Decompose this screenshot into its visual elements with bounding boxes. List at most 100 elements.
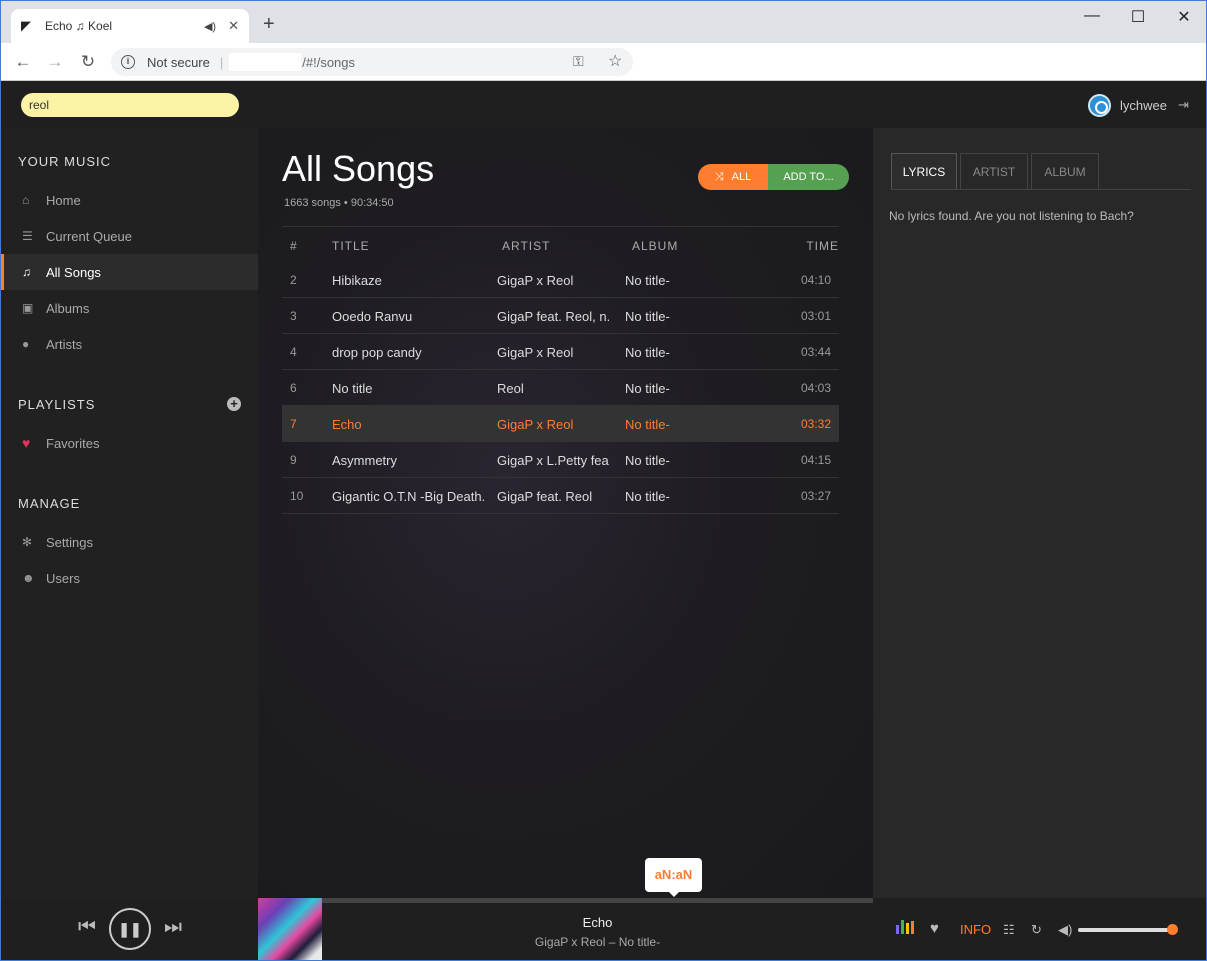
url-path: /#!/songs [302, 54, 356, 70]
song-time: 03:27 [800, 489, 831, 503]
song-time: 03:32 [800, 417, 831, 431]
table-row[interactable]: 2 Hibikaze GigaP x Reol No title- 04:10 [282, 262, 839, 298]
forward-icon[interactable]: → [45, 52, 65, 72]
column-header-artist[interactable]: ARTIST [502, 239, 550, 253]
sidebar-item-label: Favorites [46, 435, 100, 451]
page-title: All Songs [282, 148, 435, 189]
new-tab-button[interactable]: + [263, 14, 275, 34]
search-input[interactable] [21, 93, 239, 117]
bookmark-star-icon[interactable]: ☆ [608, 51, 622, 71]
volume-icon[interactable]: ◀) [1058, 922, 1072, 938]
browser-tab[interactable]: ◤ Echo ♫ Koel ◀) ✕ [11, 9, 249, 43]
speaker-icon[interactable]: ◀) [204, 20, 216, 33]
username[interactable]: lychwee [1120, 98, 1167, 113]
table-row[interactable]: 7 Echo GigaP x Reol No title- 03:32 [282, 406, 839, 442]
url-host-mask [229, 53, 302, 71]
sidebar-item-label: Current Queue [46, 228, 132, 244]
song-artist: GigaP feat. Reol [497, 489, 593, 504]
song-time: 04:10 [800, 273, 831, 287]
sidebar-item-settings[interactable]: ✻ Settings [1, 524, 258, 560]
add-playlist-icon[interactable]: + [227, 397, 241, 411]
song-time: 03:44 [800, 345, 831, 359]
logout-icon[interactable]: ⇥ [1178, 97, 1189, 113]
tab-lyrics[interactable]: LYRICS [891, 153, 957, 190]
koel-logo-icon: ◤ [21, 18, 31, 33]
song-artist: GigaP feat. Reol, n... [497, 309, 609, 324]
equalizer-settings-icon[interactable]: ☷ [1003, 922, 1015, 938]
song-number: 2 [290, 273, 297, 287]
maximize-button[interactable]: ☐ [1128, 7, 1148, 27]
reload-icon[interactable]: ↻ [78, 52, 98, 72]
sidebar-item-label: Settings [46, 534, 93, 550]
album-icon: ▣ [22, 301, 34, 315]
list-icon: ☰ [22, 229, 33, 243]
tab-album[interactable]: ALBUM [1031, 153, 1099, 190]
song-title: drop pop candy [332, 345, 422, 360]
table-row[interactable]: 3 Ooedo Ranvu GigaP feat. Reol, n... No tit… [282, 298, 839, 334]
playlists-heading: PLAYLISTS [18, 397, 96, 412]
song-number: 6 [290, 381, 297, 395]
song-time: 04:15 [800, 453, 831, 467]
song-title: Ooedo Ranvu [332, 309, 413, 324]
song-list: 2 Hibikaze GigaP x Reol No title- 04:10 3 Ooed… [282, 262, 839, 514]
next-track-icon[interactable]: ⏭ [164, 916, 182, 939]
column-header-number[interactable]: # [290, 239, 298, 253]
sidebar-item-label: Users [46, 570, 80, 586]
sidebar-item-albums[interactable]: ▣ Albums [1, 290, 258, 326]
tab-artist[interactable]: ARTIST [960, 153, 1028, 190]
app-header: lychwee ⇥ [1, 81, 1206, 128]
main-content: All Songs 1663 songs • 90:34:50 ⤨ ALL ADD… [258, 128, 873, 898]
sidebar-item-all-songs[interactable]: ♫ All Songs [1, 254, 258, 290]
tab-title: Echo ♫ Koel [45, 19, 113, 33]
volume-knob[interactable] [1167, 924, 1178, 935]
equalizer-bars-icon[interactable] [896, 920, 916, 934]
song-album: No title- [625, 345, 670, 360]
sidebar-item-favorites[interactable]: ♥ Favorites [1, 425, 258, 461]
table-row[interactable]: 6 No title Reol No title- 04:03 [282, 370, 839, 406]
song-number: 4 [290, 345, 297, 359]
song-number: 9 [290, 453, 297, 467]
table-row[interactable]: 9 Asymmetry GigaP x L.Petty fea... No title… [282, 442, 839, 478]
now-playing-title: Echo [582, 915, 613, 930]
key-icon[interactable]: ⚿ [573, 53, 584, 70]
volume-slider[interactable] [1078, 928, 1172, 932]
table-row[interactable]: 10 Gigantic O.T.N -Big Death... GigaP feat… [282, 478, 839, 514]
song-album: No title- [625, 309, 670, 324]
home-icon: ⌂ [22, 193, 30, 207]
previous-track-icon[interactable]: ⏮ [78, 916, 96, 939]
album-cover[interactable] [258, 898, 322, 960]
sidebar-item-artists[interactable]: ● Artists [1, 326, 258, 362]
back-icon[interactable]: ← [13, 52, 33, 72]
add-to-button[interactable]: ADD TO... [768, 164, 849, 190]
close-window-button[interactable]: ✕ [1174, 7, 1194, 27]
sidebar-item-home[interactable]: ⌂ Home [1, 182, 258, 218]
your-music-heading: YOUR MUSIC [18, 154, 112, 169]
player-bar: ⏮ ❚❚ ⏭ Echo GigaP x Reol – No title- ♥ I… [1, 898, 1206, 960]
shuffle-all-button[interactable]: ⤨ ALL [698, 164, 768, 190]
song-number: 3 [290, 309, 297, 323]
repeat-icon[interactable]: ↻ [1031, 922, 1042, 938]
title-bar: ◤ Echo ♫ Koel ◀) ✕ + — ☐ ✕ [1, 1, 1206, 43]
pause-button[interactable]: ❚❚ [109, 908, 151, 950]
extra-panel: LYRICS ARTIST ALBUM No lyrics found. Are… [873, 128, 1206, 898]
column-header-album[interactable]: ALBUM [632, 239, 678, 253]
security-label: Not secure [147, 54, 210, 70]
url-field[interactable]: i Not secure | /#!/songs ⚿ ☆ [111, 48, 633, 76]
progress-bar[interactable] [258, 898, 873, 903]
song-number: 10 [290, 489, 304, 503]
songs-meta: 1663 songs • 90:34:50 [284, 197, 394, 209]
sidebar-item-queue[interactable]: ☰ Current Queue [1, 218, 258, 254]
tab-divider [891, 189, 1191, 190]
sidebar-item-users[interactable]: ☻ Users [1, 560, 258, 596]
tab-close-icon[interactable]: ✕ [228, 18, 239, 34]
info-toggle-button[interactable]: INFO [960, 922, 991, 937]
info-icon[interactable]: i [121, 55, 135, 69]
minimize-button[interactable]: — [1082, 7, 1102, 25]
avatar[interactable] [1088, 94, 1111, 117]
like-heart-icon[interactable]: ♥ [930, 920, 939, 937]
column-header-title[interactable]: TITLE [332, 239, 370, 253]
heart-icon: ♥ [22, 435, 31, 451]
manage-heading: MANAGE [18, 496, 81, 511]
table-row[interactable]: 4 drop pop candy GigaP x Reol No title- 03:4… [282, 334, 839, 370]
column-header-time[interactable]: TIME [806, 239, 839, 253]
